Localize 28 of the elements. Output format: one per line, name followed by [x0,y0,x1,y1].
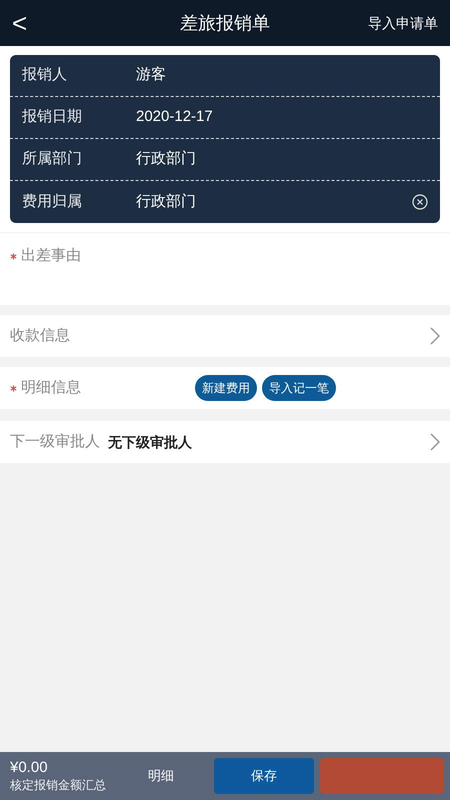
approver-row[interactable]: 下一级审批人 无下级审批人 [0,421,450,463]
pill-button[interactable]: 新建费用 [195,375,257,401]
reason-section[interactable]: 出差事由 [0,233,450,305]
pill-button[interactable]: 导入记一笔 [262,375,336,401]
details-link[interactable]: 明细 [148,766,214,786]
field-label: 明细信息 [21,378,82,398]
page-title: 差旅报销单 [180,12,270,34]
field-value: 行政部门 [136,192,196,212]
total-amount: ¥0.00 [10,759,49,778]
field-value: 2020-12-17 [136,107,213,128]
clear-icon[interactable] [412,194,428,210]
field-label: 出差事由 [21,246,81,266]
field-value: 游客 [136,65,166,86]
save-button[interactable]: 保存 [214,758,314,794]
import-application-link[interactable]: 导入申请单 [368,12,438,34]
field-label: 下一级审批人 [10,432,100,452]
field-label: 费用归属 [22,192,83,212]
chevron-right-icon [430,327,440,345]
field-label: 收款信息 [10,326,70,346]
field-value: 无下级审批人 [108,432,192,452]
field-label: 报销人 [22,65,68,86]
field-label: 所属部门 [22,149,83,170]
total-label: 核定报销金额汇总 [10,778,107,793]
payment-row[interactable]: 收款信息 [0,315,450,357]
back-button[interactable]: < [12,10,28,36]
field-value: 行政部门 [136,149,196,170]
field-label: 报销日期 [22,107,83,128]
chevron-right-icon [430,433,440,451]
